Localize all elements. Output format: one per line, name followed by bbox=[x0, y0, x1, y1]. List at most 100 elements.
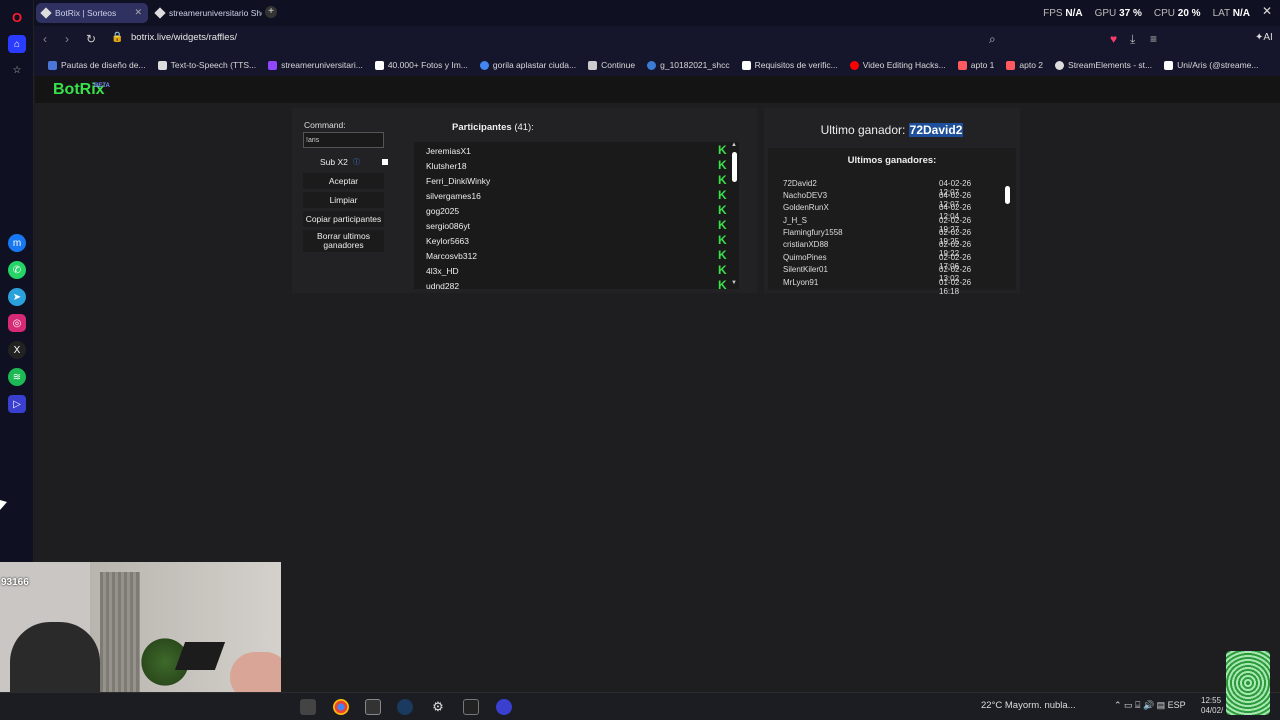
new-tab-button[interactable]: + bbox=[265, 6, 277, 18]
kick-icon: K bbox=[718, 218, 727, 232]
scroll-down-icon[interactable]: ▼ bbox=[731, 280, 737, 286]
tab-title: streameruniversitario Shop bbox=[169, 8, 262, 18]
heart-icon[interactable]: ♥ bbox=[1110, 32, 1117, 46]
whatsapp-icon[interactable]: ✆ bbox=[8, 261, 26, 279]
list-item: 4l3x_HD K bbox=[426, 263, 727, 277]
list-item: sergio086yt K bbox=[426, 218, 727, 232]
instagram-icon[interactable]: ◎ bbox=[8, 314, 26, 332]
bookmark-item[interactable]: 40.000+ Fotos y Im... bbox=[369, 60, 474, 70]
scroll-up-icon[interactable]: ▲ bbox=[731, 142, 737, 148]
list-item: gog2025 K bbox=[426, 203, 727, 217]
clear-button[interactable]: Limpiar bbox=[303, 192, 384, 208]
bookmark-item[interactable]: Video Editing Hacks... bbox=[844, 60, 952, 70]
performance-stats: FPS N/A GPU 37 % CPU 20 % LAT N/A bbox=[1043, 0, 1250, 26]
bookmark-item[interactable]: StreamElements - st... bbox=[1049, 60, 1158, 70]
notification-overlay bbox=[1226, 651, 1270, 715]
language-indicator[interactable]: ESP bbox=[1168, 700, 1186, 710]
ai-button[interactable]: ✦AI bbox=[1255, 32, 1273, 43]
command-input[interactable] bbox=[303, 132, 384, 148]
download-icon[interactable]: ⤓ bbox=[1130, 32, 1135, 47]
kick-icon: K bbox=[718, 203, 727, 217]
address-bar: ‹ › ↻ 🔒 botrix.live/widgets/raffles/ ⌕ ♥… bbox=[34, 26, 1280, 54]
bookmark-icon bbox=[479, 60, 489, 70]
x-twitter-icon[interactable]: X bbox=[8, 341, 26, 359]
sub-x2-label: Sub X2 bbox=[320, 157, 348, 167]
bookmarks-bar: Pautas de diseño de... Text-to-Speech (T… bbox=[34, 54, 1280, 76]
tab-shop[interactable]: streameruniversitario Shop bbox=[150, 3, 262, 23]
kick-icon: K bbox=[718, 173, 727, 187]
url-field[interactable]: botrix.live/widgets/raffles/ bbox=[131, 32, 237, 43]
spotify-icon[interactable]: ≋ bbox=[8, 368, 26, 386]
airbnb-icon bbox=[957, 60, 967, 70]
bookmark-icon bbox=[374, 60, 384, 70]
botrix-logo[interactable]: BotRix BETA bbox=[53, 81, 110, 99]
kick-icon: K bbox=[718, 248, 727, 262]
window-close-icon[interactable]: ✕ bbox=[1262, 4, 1272, 18]
telegram-icon[interactable]: ➤ bbox=[8, 288, 26, 306]
bookmark-item[interactable]: Continue bbox=[582, 60, 641, 70]
messenger-icon[interactable]: m bbox=[8, 234, 26, 252]
search-icon[interactable]: ⌕ bbox=[989, 32, 996, 47]
obs-icon[interactable] bbox=[496, 699, 512, 715]
pinboard-icon[interactable]: ☆ bbox=[8, 61, 26, 79]
tab-strip: BotRix | Sorteos ✕ streameruniversitario… bbox=[34, 0, 1280, 26]
reload-icon[interactable]: ↻ bbox=[86, 32, 96, 46]
list-item: udnd282 K bbox=[426, 278, 727, 289]
bookmark-item[interactable]: g_10182021_shcc bbox=[641, 60, 735, 70]
gpu-stat: GPU 37 % bbox=[1094, 7, 1142, 19]
command-label: Command: bbox=[304, 120, 346, 130]
list-item: Klutsher18 K bbox=[426, 158, 727, 172]
home-icon[interactable]: ⌂ bbox=[8, 35, 26, 53]
bookmark-item[interactable]: streameruniversitari... bbox=[262, 60, 369, 70]
tiktok-icon bbox=[1164, 60, 1174, 70]
info-icon[interactable]: ⓘ bbox=[353, 157, 360, 167]
bookmark-item[interactable]: apto 1 bbox=[952, 60, 1001, 70]
table-row: J_H_S 02-02-26 19:27 bbox=[783, 216, 972, 234]
bookmark-item[interactable]: Uni/Aris (@streame... bbox=[1158, 60, 1264, 70]
kick-icon: K bbox=[718, 278, 727, 289]
forward-icon[interactable]: › bbox=[65, 32, 69, 46]
accept-button[interactable]: Aceptar bbox=[303, 173, 384, 189]
system-tray[interactable]: ⌃ ▭ ⌸ 🔊 ▤ ESP bbox=[1114, 700, 1186, 711]
kick-icon: K bbox=[718, 263, 727, 277]
close-tab-icon[interactable]: ✕ bbox=[134, 7, 142, 18]
tab-botrix[interactable]: BotRix | Sorteos ✕ bbox=[36, 3, 148, 23]
sub-x2-checkbox[interactable] bbox=[382, 159, 388, 165]
viewer-count: 93166 bbox=[1, 577, 29, 588]
cpu-stat: CPU 20 % bbox=[1153, 7, 1201, 19]
bookmark-item[interactable]: Pautas de diseño de... bbox=[42, 60, 152, 70]
table-row: GoldenRunX 04-02-26 12:04 bbox=[783, 203, 972, 221]
participants-scrollbar[interactable] bbox=[732, 152, 737, 182]
settings-icon[interactable]: ⚙ bbox=[430, 699, 446, 715]
back-icon[interactable]: ‹ bbox=[43, 32, 47, 46]
participants-list[interactable]: JeremiasX1 K Klutsher18 K Ferri_DinkiWinky… bbox=[414, 142, 739, 289]
copy-participants-button[interactable]: Copiar participantes bbox=[303, 211, 384, 227]
bookmark-item[interactable]: Requisitos de verific... bbox=[736, 60, 844, 70]
webcam-person bbox=[10, 622, 100, 692]
explorer-icon[interactable] bbox=[365, 699, 381, 715]
player-icon[interactable]: ▷ bbox=[8, 395, 26, 413]
weather-widget[interactable]: 22°C Mayorm. nubla... bbox=[981, 700, 1076, 711]
chrome-icon[interactable] bbox=[333, 699, 349, 715]
last-winner-name[interactable]: 72David2 bbox=[908, 123, 964, 137]
bookmark-item[interactable]: apto 2 bbox=[1000, 60, 1049, 70]
winners-scrollbar[interactable] bbox=[1005, 186, 1010, 204]
folder-icon[interactable] bbox=[300, 699, 316, 715]
lat-stat: LAT N/A bbox=[1212, 7, 1250, 19]
site-header: BotRix BETA bbox=[35, 76, 1280, 103]
steam-icon[interactable] bbox=[397, 699, 413, 715]
clock[interactable]: 12:55 04/02/ bbox=[1201, 696, 1223, 716]
clear-last-winners-button[interactable]: Borrar ultimos ganadores bbox=[303, 230, 384, 252]
opera-logo-icon[interactable]: O bbox=[8, 8, 26, 26]
epic-games-icon[interactable] bbox=[463, 699, 479, 715]
last-winners-list[interactable]: Ultimos ganadores: 72David2 04-02-26 12:0… bbox=[768, 148, 1016, 296]
kick-icon: K bbox=[718, 158, 727, 172]
bookmark-item[interactable]: gorila aplastar ciuda... bbox=[474, 60, 582, 70]
table-row: SilentKiler01 02-02-26 13:02 bbox=[783, 265, 972, 283]
participants-count: (41): bbox=[514, 122, 534, 133]
winner-panel: Ultimo ganador: 72David2 Ultimos ganador… bbox=[764, 108, 1020, 296]
table-row: 72David2 04-02-26 12:07 bbox=[783, 179, 972, 197]
sub-x2-option[interactable]: Sub X2 ⓘ bbox=[303, 154, 388, 170]
bookmark-item[interactable]: Text-to-Speech (TTS... bbox=[152, 60, 263, 70]
menu-icon[interactable]: ≡ bbox=[1150, 32, 1157, 46]
